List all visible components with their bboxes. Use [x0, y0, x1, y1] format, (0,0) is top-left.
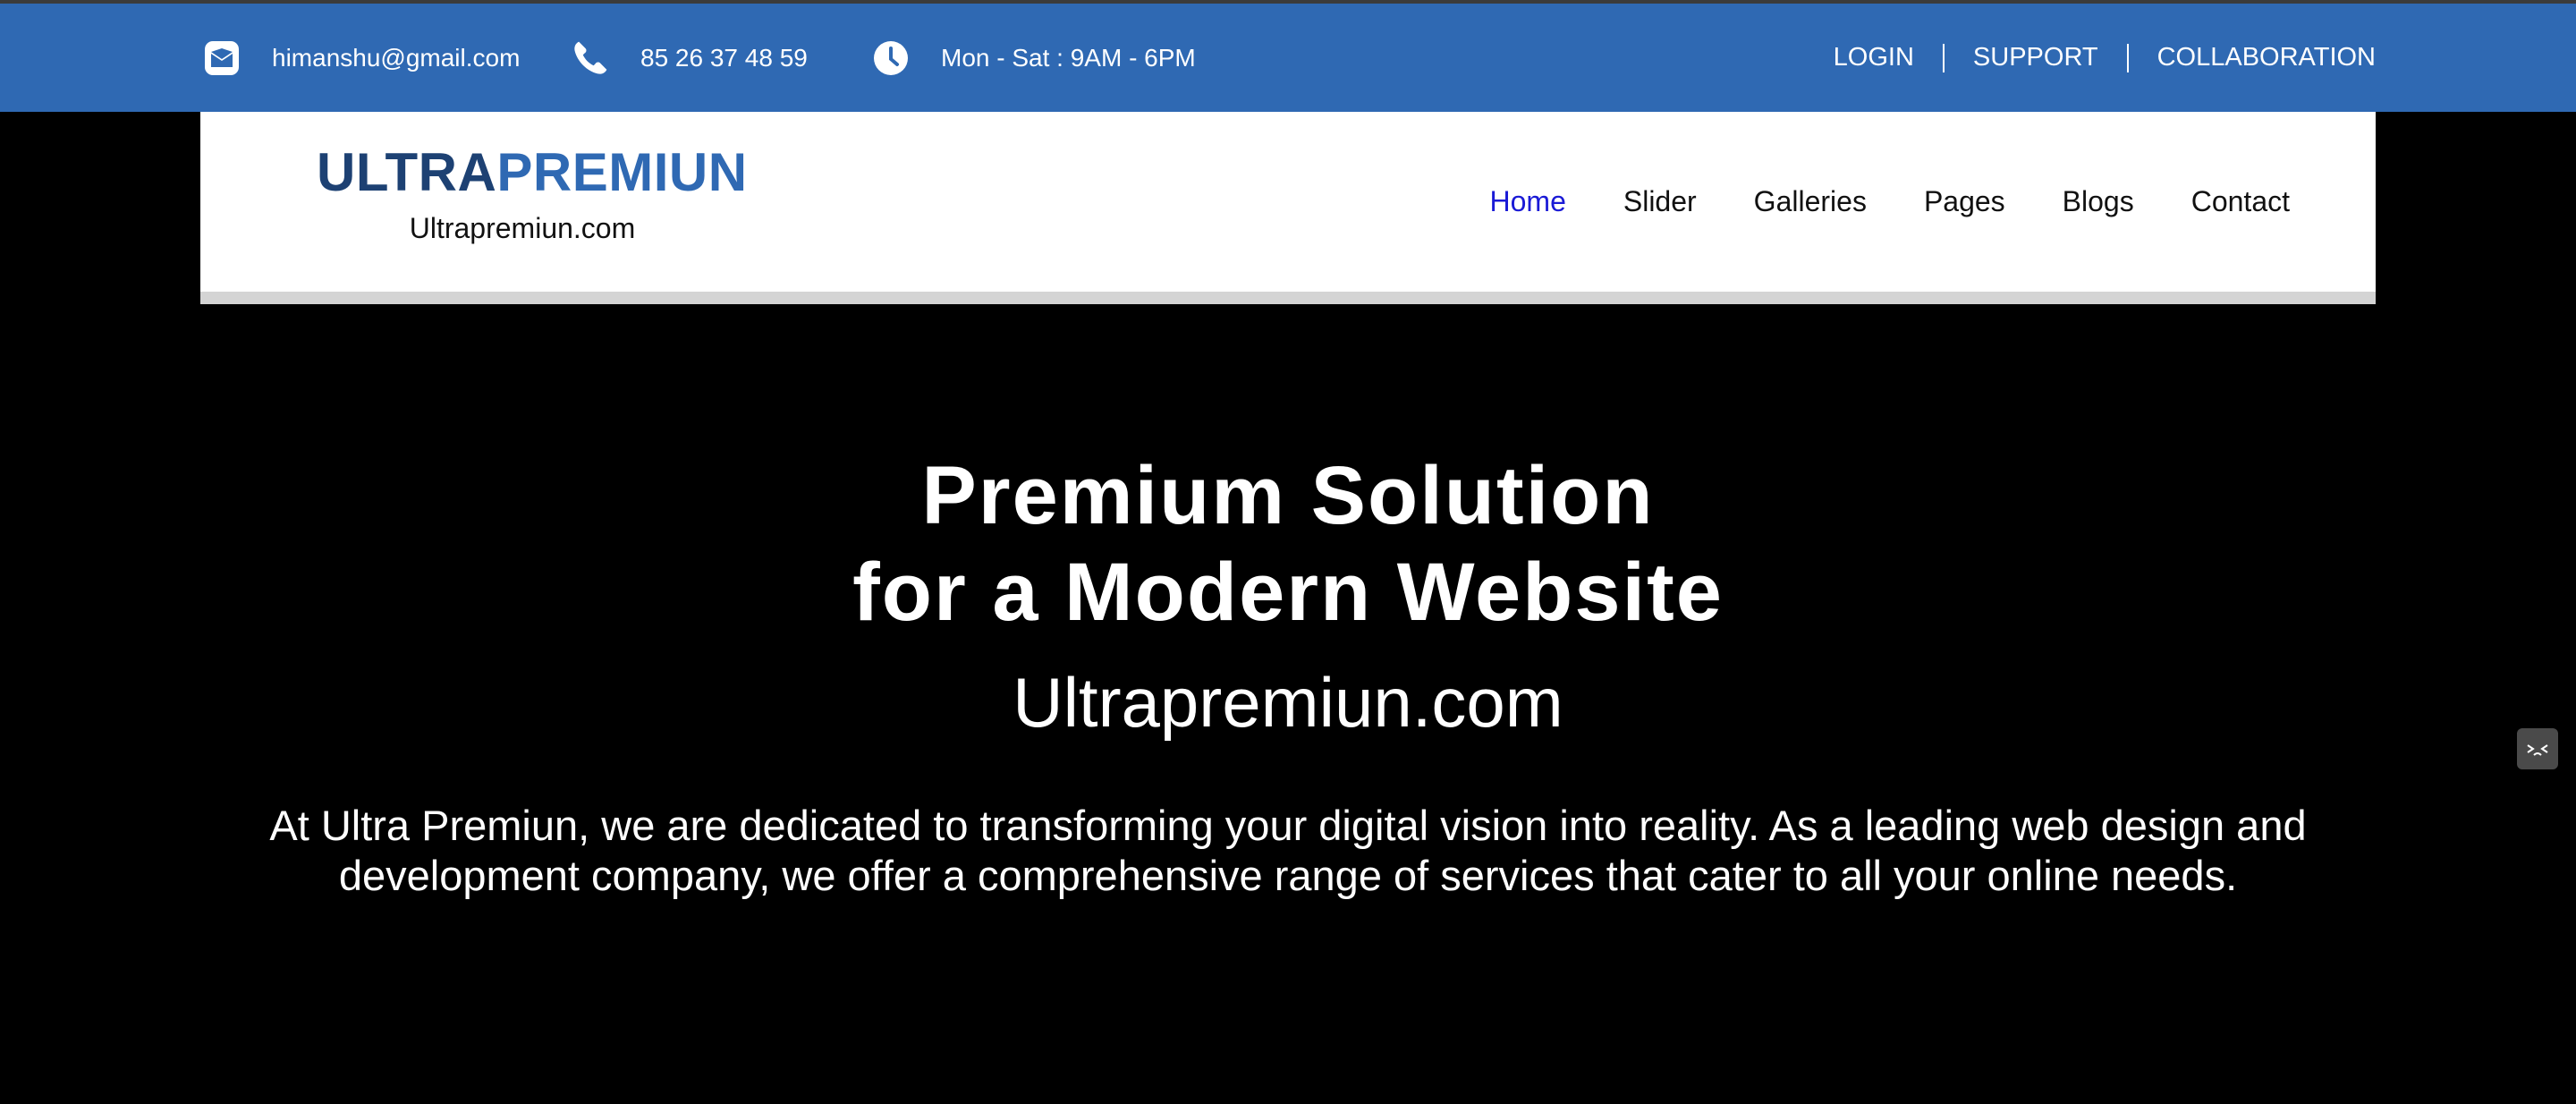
- login-link[interactable]: LOGIN: [1834, 43, 1914, 72]
- contact-email: himanshu@gmail.com: [202, 4, 520, 112]
- contact-phone: 85 26 37 48 59: [571, 4, 808, 112]
- hero-section: Premium Solution for a Modern Website Ul…: [0, 304, 2576, 901]
- logo-part-ultra: ULTRA: [317, 142, 497, 202]
- site-header: ULTRAPREMIUN Ultrapremiun.com Home Slide…: [200, 112, 2376, 304]
- nav-galleries[interactable]: Galleries: [1754, 185, 1867, 218]
- phone-text: 85 26 37 48 59: [640, 43, 808, 72]
- clock-icon: [871, 38, 911, 78]
- phone-icon: [571, 38, 610, 78]
- divider: [1942, 43, 1945, 72]
- nav-slider[interactable]: Slider: [1623, 185, 1697, 218]
- site-logo[interactable]: ULTRAPREMIUN Ultrapremiun.com: [317, 146, 747, 245]
- hero-title-line2: for a Modern Website: [852, 547, 1724, 638]
- main-nav: Home Slider Galleries Pages Blogs Contac…: [1433, 112, 2291, 292]
- logo-wordmark: ULTRAPREMIUN: [317, 146, 747, 200]
- hero-title: Premium Solution for a Modern Website: [0, 447, 2576, 641]
- logo-part-premiun: PREMIUN: [496, 142, 748, 202]
- chat-widget-button[interactable]: [2517, 728, 2558, 769]
- email-text: himanshu@gmail.com: [272, 43, 521, 72]
- nav-blogs[interactable]: Blogs: [2063, 185, 2134, 218]
- top-bar: himanshu@gmail.com 85 26 37 48 59 Mon - …: [0, 0, 2576, 112]
- nav-pages[interactable]: Pages: [1924, 185, 2005, 218]
- divider: [2126, 43, 2129, 72]
- hero-description: At Ultra Premiun, we are dedicated to tr…: [269, 802, 2307, 899]
- nav-contact[interactable]: Contact: [2191, 185, 2290, 218]
- collaboration-link[interactable]: COLLABORATION: [2157, 43, 2376, 72]
- widget-face-icon: [2527, 744, 2548, 756]
- support-link[interactable]: SUPPORT: [1973, 43, 2098, 72]
- hero-subtitle: Ultrapremiun.com: [1013, 663, 1563, 742]
- hours-text: Mon - Sat : 9AM - 6PM: [941, 43, 1196, 72]
- logo-subtitle: Ultrapremiun.com: [409, 212, 636, 244]
- hero-title-line1: Premium Solution: [921, 450, 1655, 541]
- envelope-icon: [202, 38, 242, 78]
- contact-hours: Mon - Sat : 9AM - 6PM: [871, 4, 1196, 112]
- top-links: LOGIN SUPPORT COLLABORATION: [1834, 4, 2376, 112]
- nav-home[interactable]: Home: [1490, 185, 1566, 218]
